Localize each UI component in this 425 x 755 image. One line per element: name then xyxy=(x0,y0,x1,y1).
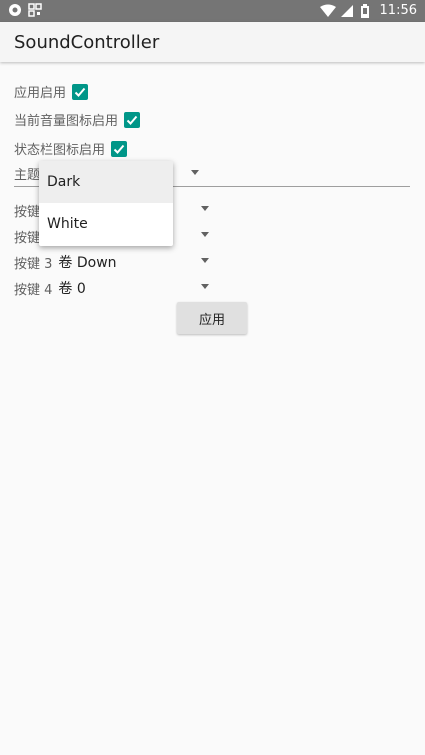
check-icon xyxy=(126,115,138,125)
key-label: 按键 3 xyxy=(14,256,53,272)
statusbar-icon-checkbox[interactable] xyxy=(111,140,128,157)
key-row-4: 按键 4 卷 0 xyxy=(14,278,86,298)
app-enabled-checkbox[interactable] xyxy=(72,83,89,100)
app-toolbar: SoundController xyxy=(0,22,425,62)
statusbar-icon-row: 状态栏图标启用 xyxy=(14,139,128,158)
key-2-spinner-arrow-icon[interactable] xyxy=(201,232,209,237)
theme-label: 主题 xyxy=(14,168,41,183)
key-1-spinner-arrow-icon[interactable] xyxy=(201,206,209,211)
statusbar-icon-label: 状态栏图标启用 xyxy=(14,143,106,158)
key-3-spinner[interactable]: 卷 Down xyxy=(58,252,116,272)
key-4-spinner[interactable]: 卷 0 xyxy=(58,278,85,298)
status-time: 11:56 xyxy=(379,3,417,18)
theme-spinner-arrow-icon[interactable] xyxy=(191,170,199,175)
theme-option-white[interactable]: White xyxy=(39,203,173,245)
check-icon xyxy=(74,87,86,97)
key-label: 按键 4 xyxy=(14,282,53,298)
key-4-spinner-arrow-icon[interactable] xyxy=(201,284,209,289)
key-label: 按键 xyxy=(14,231,41,246)
theme-option-dark[interactable]: Dark xyxy=(39,161,173,203)
app-title: SoundController xyxy=(14,32,160,53)
volume-icon-row: 当前音量图标启用 xyxy=(14,110,141,129)
theme-dropdown-popup: Dark White xyxy=(39,161,173,246)
check-icon xyxy=(113,144,125,154)
theme-row: 主题 xyxy=(14,164,40,183)
battery-icon xyxy=(360,3,374,18)
volume-icon-label: 当前音量图标启用 xyxy=(14,114,119,129)
volume-icon-checkbox[interactable] xyxy=(124,111,141,128)
app-enabled-label: 应用启用 xyxy=(14,86,67,101)
apply-button[interactable]: 应用 xyxy=(177,302,247,334)
app-enabled-row: 应用启用 xyxy=(14,82,89,101)
wifi-icon xyxy=(319,4,336,18)
key-label: 按键 xyxy=(14,205,41,220)
key-row-3: 按键 3 卷 Down xyxy=(14,252,117,272)
signal-icon xyxy=(340,4,354,18)
key-3-spinner-arrow-icon[interactable] xyxy=(201,258,209,263)
status-bar: 11:56 xyxy=(0,0,425,22)
record-icon xyxy=(8,3,22,17)
qr-icon xyxy=(28,3,42,17)
